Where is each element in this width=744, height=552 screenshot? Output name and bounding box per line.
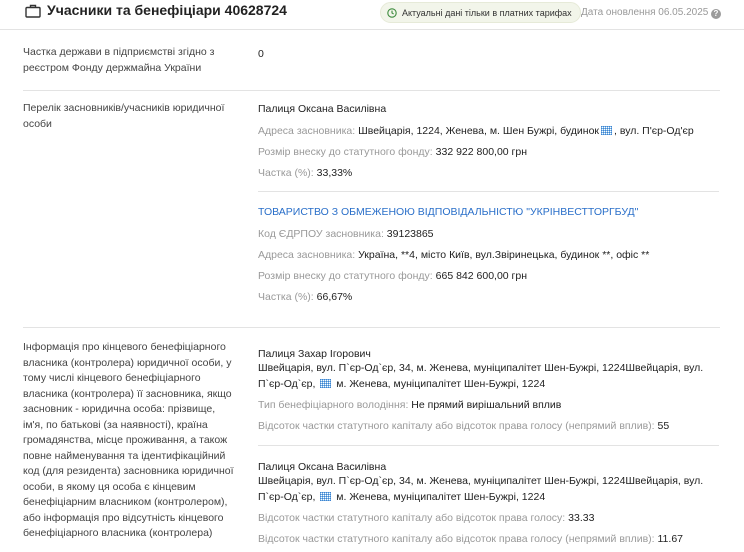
share-label: Частка (%): [258, 291, 314, 303]
beneficiary-percent: Відсоток частки статутного капіталу або … [258, 420, 669, 432]
address-line: П`єр-Од`єр, м. Женева, муніципалітет Шен… [258, 377, 546, 390]
founder-address: Адреса засновника: Швейцарія, 1224, Жене… [258, 125, 694, 137]
percent-label: Відсоток частки статутного капіталу або … [258, 533, 655, 545]
briefcase-icon [25, 4, 41, 18]
divider [23, 327, 720, 328]
beneficiary-percent: Відсоток частки статутного капіталу або … [258, 533, 683, 545]
address-text-end: , вул. П'єр-Од'єр [614, 125, 694, 137]
update-date: Дата оновлення 06.05.2025 [581, 7, 709, 18]
founder-edrpou: Код ЄДРПОУ засновника: 39123865 [258, 228, 434, 240]
help-icon[interactable]: ? [711, 9, 721, 19]
founders-label: Перелік засновників/учасників юридичної … [23, 102, 225, 130]
share-label: Частка (%): [258, 167, 314, 179]
address-label: Адреса засновника: [258, 249, 356, 261]
founder-address: Адреса засновника: Україна, **4, місто К… [258, 249, 649, 261]
founder-capital: Розмір внеску до статутного фонду: 332 9… [258, 146, 527, 158]
address-line: П`єр-Од`єр, м. Женева, муніципалітет Шен… [258, 490, 546, 503]
type-value: Не прямий вирішальний вплив [411, 399, 562, 411]
section-title: Учасники та бенефіціари 40628724 [47, 2, 287, 18]
divider [23, 90, 720, 91]
direct-value: 33.33 [568, 512, 595, 524]
share-value: 33,33% [316, 167, 353, 179]
edrpou-label: Код ЄДРПОУ засновника: [258, 228, 384, 240]
beneficiary-address: Швейцарія, вул. П`єр-Од`єр, 34, м. Женев… [258, 361, 703, 392]
address-line: Швейцарія, вул. П`єр-Од`єр, 34, м. Женев… [258, 475, 704, 487]
masked-data-icon [320, 491, 332, 501]
beneficiary-name: Палиця Захар Ігорович [258, 348, 371, 360]
percent-value: 11.67 [657, 533, 684, 545]
address-text: Швейцарія, 1224, Женева, м. Шен Бужрі, б… [358, 125, 600, 137]
edrpou-value: 39123865 [386, 228, 434, 240]
paid-data-badge[interactable]: Актуальні дані тільки в платних тарифах [380, 2, 581, 23]
clock-icon [387, 7, 397, 18]
address-label: Адреса засновника: [258, 125, 356, 137]
address-text: Україна, **4, місто Київ, вул.Звіринецьк… [358, 249, 650, 261]
section-header: Учасники та бенефіціари 40628724 Актуаль… [0, 0, 744, 30]
masked-data-icon [601, 126, 613, 135]
direct-label: Відсоток частки статутного капіталу або … [258, 512, 566, 524]
capital-value: 332 922 800,00 грн [435, 146, 528, 158]
founder-share: Частка (%): 66,67% [258, 291, 352, 303]
capital-value: 665 842 600,00 грн [435, 270, 528, 282]
masked-data-icon [320, 378, 332, 388]
divider [258, 445, 719, 446]
share-value: 66,67% [316, 291, 353, 303]
founder-share: Частка (%): 33,33% [258, 167, 352, 179]
beneficiary-address: Швейцарія, вул. П`єр-Од`єр, 34, м. Женев… [258, 474, 703, 505]
capital-label: Розмір внеску до статутного фонду: [258, 146, 433, 158]
badge-text: Актуальні дані тільки в платних тарифах [402, 7, 572, 18]
address-line: Швейцарія, вул. П`єр-Од`єр, 34, м. Женев… [258, 362, 704, 374]
percent-label: Відсоток частки статутного капіталу або … [258, 420, 655, 432]
founder-name: Палиця Оксана Василівна [258, 103, 387, 115]
percent-value: 55 [657, 420, 670, 432]
founder-company-link[interactable]: ТОВАРИСТВО З ОБМЕЖЕНОЮ ВІДПОВІДАЛЬНІСТЮ … [258, 206, 638, 218]
founder-capital: Розмір внеску до статутного фонду: 665 8… [258, 270, 527, 282]
capital-label: Розмір внеску до статутного фонду: [258, 270, 433, 282]
state-share-value: 0 [258, 48, 264, 60]
beneficiary-direct-percent: Відсоток частки статутного капіталу або … [258, 512, 594, 524]
state-share-label: Частка держави в підприємстві згідно з р… [23, 46, 215, 74]
divider [258, 191, 719, 192]
beneficiary-type: Тип бенефіціарного володіння: Не прямий … [258, 399, 561, 411]
type-label: Тип бенефіціарного володіння: [258, 399, 409, 411]
beneficiary-name: Палиця Оксана Василівна [258, 461, 387, 473]
beneficiaries-label: Інформація про кінцевого бенефіціарного … [23, 341, 234, 539]
